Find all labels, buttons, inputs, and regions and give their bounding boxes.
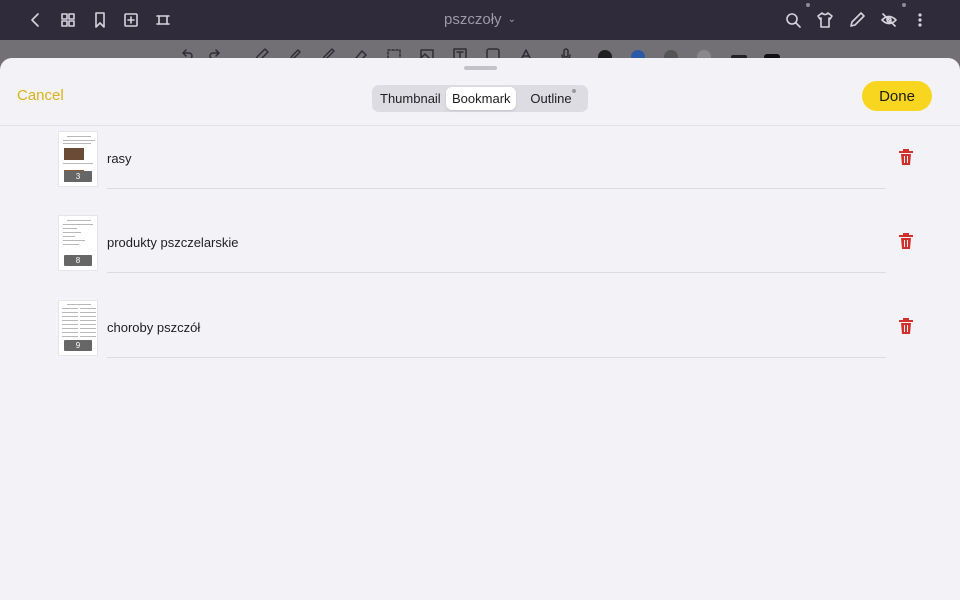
page-number-badge: 3 xyxy=(64,171,92,182)
divider xyxy=(107,188,886,189)
list-item[interactable]: 8 produkty pszczelarskie xyxy=(0,211,960,295)
search-icon[interactable] xyxy=(783,10,803,30)
page-number-badge: 9 xyxy=(64,340,92,351)
page-number-badge: 8 xyxy=(64,255,92,266)
pen-icon[interactable] xyxy=(847,10,867,30)
page-thumbnail[interactable]: 3 xyxy=(58,131,98,187)
page-thumbnail[interactable]: 9 xyxy=(58,300,98,356)
tab-thumbnail[interactable]: Thumbnail xyxy=(374,87,446,110)
trash-icon xyxy=(899,233,913,249)
delete-bookmark-button[interactable] xyxy=(896,316,916,336)
sheet-header: Cancel Thumbnail Bookmark Outline Done xyxy=(0,58,960,126)
shirt-icon[interactable] xyxy=(815,10,835,30)
notification-dot xyxy=(902,3,906,7)
notification-dot xyxy=(806,3,810,7)
list-item[interactable]: 9 choroby pszczół xyxy=(0,296,960,380)
tab-outline[interactable]: Outline xyxy=(516,87,586,110)
view-segmented-control: Thumbnail Bookmark Outline xyxy=(372,85,588,112)
trash-icon xyxy=(899,318,913,334)
bookmark-title: produkty pszczelarskie xyxy=(107,235,239,250)
divider xyxy=(107,272,886,273)
cancel-button[interactable]: Cancel xyxy=(17,87,64,104)
eye-off-icon[interactable] xyxy=(879,10,899,30)
delete-bookmark-button[interactable] xyxy=(896,231,916,251)
app-bar: pszczoły ⌄ xyxy=(0,0,960,40)
thumbnail-photo xyxy=(64,148,84,160)
tab-outline-label: Outline xyxy=(530,91,572,106)
tab-bookmark[interactable]: Bookmark xyxy=(446,87,516,110)
divider xyxy=(107,357,886,358)
bookmark-title: choroby pszczół xyxy=(107,320,201,335)
page-thumbnail[interactable]: 8 xyxy=(58,215,98,271)
new-badge-dot xyxy=(572,89,576,93)
more-icon[interactable] xyxy=(910,10,930,30)
list-item[interactable]: 3 rasy xyxy=(0,127,960,211)
delete-bookmark-button[interactable] xyxy=(896,147,916,167)
bookmark-title: rasy xyxy=(107,151,132,166)
done-button[interactable]: Done xyxy=(862,81,932,111)
chevron-down-icon: ⌄ xyxy=(507,14,516,25)
trash-icon xyxy=(899,149,913,165)
